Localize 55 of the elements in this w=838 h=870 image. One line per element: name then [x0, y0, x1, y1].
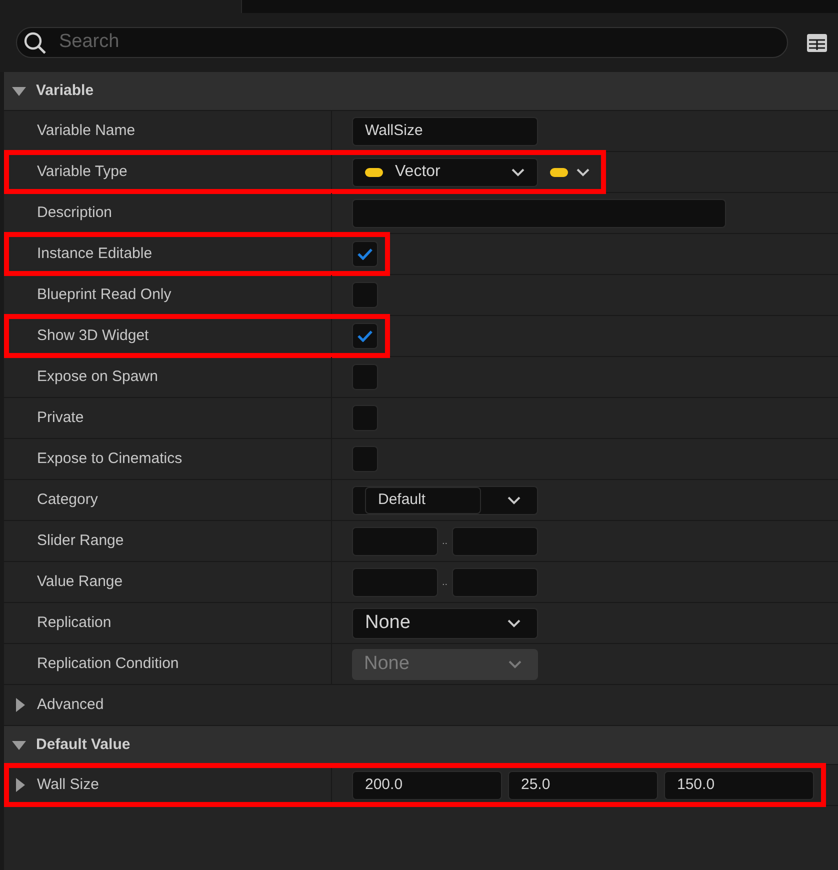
section-header[interactable]: Variable — [4, 72, 838, 111]
number-field[interactable]: 25.0 — [508, 770, 658, 800]
row-label: Expose on Spawn — [37, 366, 158, 387]
collapsed-triangle-icon[interactable] — [16, 778, 25, 792]
chevron-down-icon — [507, 496, 521, 504]
row-label: Replication Condition — [37, 654, 179, 674]
dropdown[interactable]: None — [352, 608, 538, 638]
checkmark-icon — [357, 248, 373, 260]
min-field[interactable] — [352, 526, 438, 556]
category-field[interactable]: Default — [365, 486, 481, 514]
chevron-down-icon — [508, 660, 522, 668]
checkbox[interactable] — [352, 405, 378, 431]
row-label: Variable Name — [37, 120, 136, 141]
row-label: Replication — [37, 612, 112, 633]
range-separator: .. — [442, 536, 448, 548]
row-label: Expose to Cinematics — [37, 448, 182, 469]
row-label: Instance Editable — [37, 244, 152, 264]
max-field[interactable] — [452, 526, 538, 556]
row-label: Advanced — [37, 694, 104, 715]
number-field[interactable]: 150.0 — [664, 770, 814, 800]
section-header[interactable]: Default Value — [4, 726, 838, 765]
checkbox[interactable] — [352, 282, 378, 308]
collapsed-triangle-icon[interactable] — [16, 698, 25, 712]
row-label: Variable Type — [37, 162, 128, 182]
checkbox[interactable] — [352, 364, 378, 390]
search-icon — [23, 30, 47, 54]
section-title: Variable — [36, 80, 94, 101]
pill-icon — [550, 168, 568, 176]
checkmark-icon — [357, 330, 373, 342]
chevron-down-icon — [507, 618, 521, 628]
row-label: Private — [37, 408, 84, 428]
min-field[interactable] — [352, 568, 438, 596]
checkbox[interactable] — [352, 446, 378, 472]
section-title: Default Value — [36, 734, 130, 755]
chevron-down-icon — [576, 168, 590, 176]
row-label: Slider Range — [37, 530, 124, 551]
expanded-triangle-icon[interactable] — [12, 86, 26, 96]
text-field[interactable]: WallSize — [352, 116, 538, 146]
number-field[interactable]: 200.0 — [352, 770, 502, 800]
chevron-down-icon — [511, 168, 525, 176]
row-label: Description — [37, 202, 112, 223]
type-dropdown[interactable]: Vector — [352, 158, 538, 186]
row-label: Wall Size — [37, 774, 99, 795]
table-icon[interactable] — [806, 32, 828, 52]
checkbox[interactable] — [352, 323, 378, 349]
range-separator: .. — [442, 578, 448, 590]
row-label: Value Range — [37, 572, 123, 592]
checkbox[interactable] — [352, 241, 378, 267]
max-field[interactable] — [452, 568, 538, 596]
pill-icon — [365, 168, 383, 176]
row-label: Category — [37, 490, 98, 510]
row-label: Blueprint Read Only — [37, 284, 172, 305]
row-label: Show 3D Widget — [37, 326, 149, 346]
expanded-triangle-icon[interactable] — [12, 740, 26, 750]
category-combo-box[interactable]: Default — [352, 486, 538, 514]
